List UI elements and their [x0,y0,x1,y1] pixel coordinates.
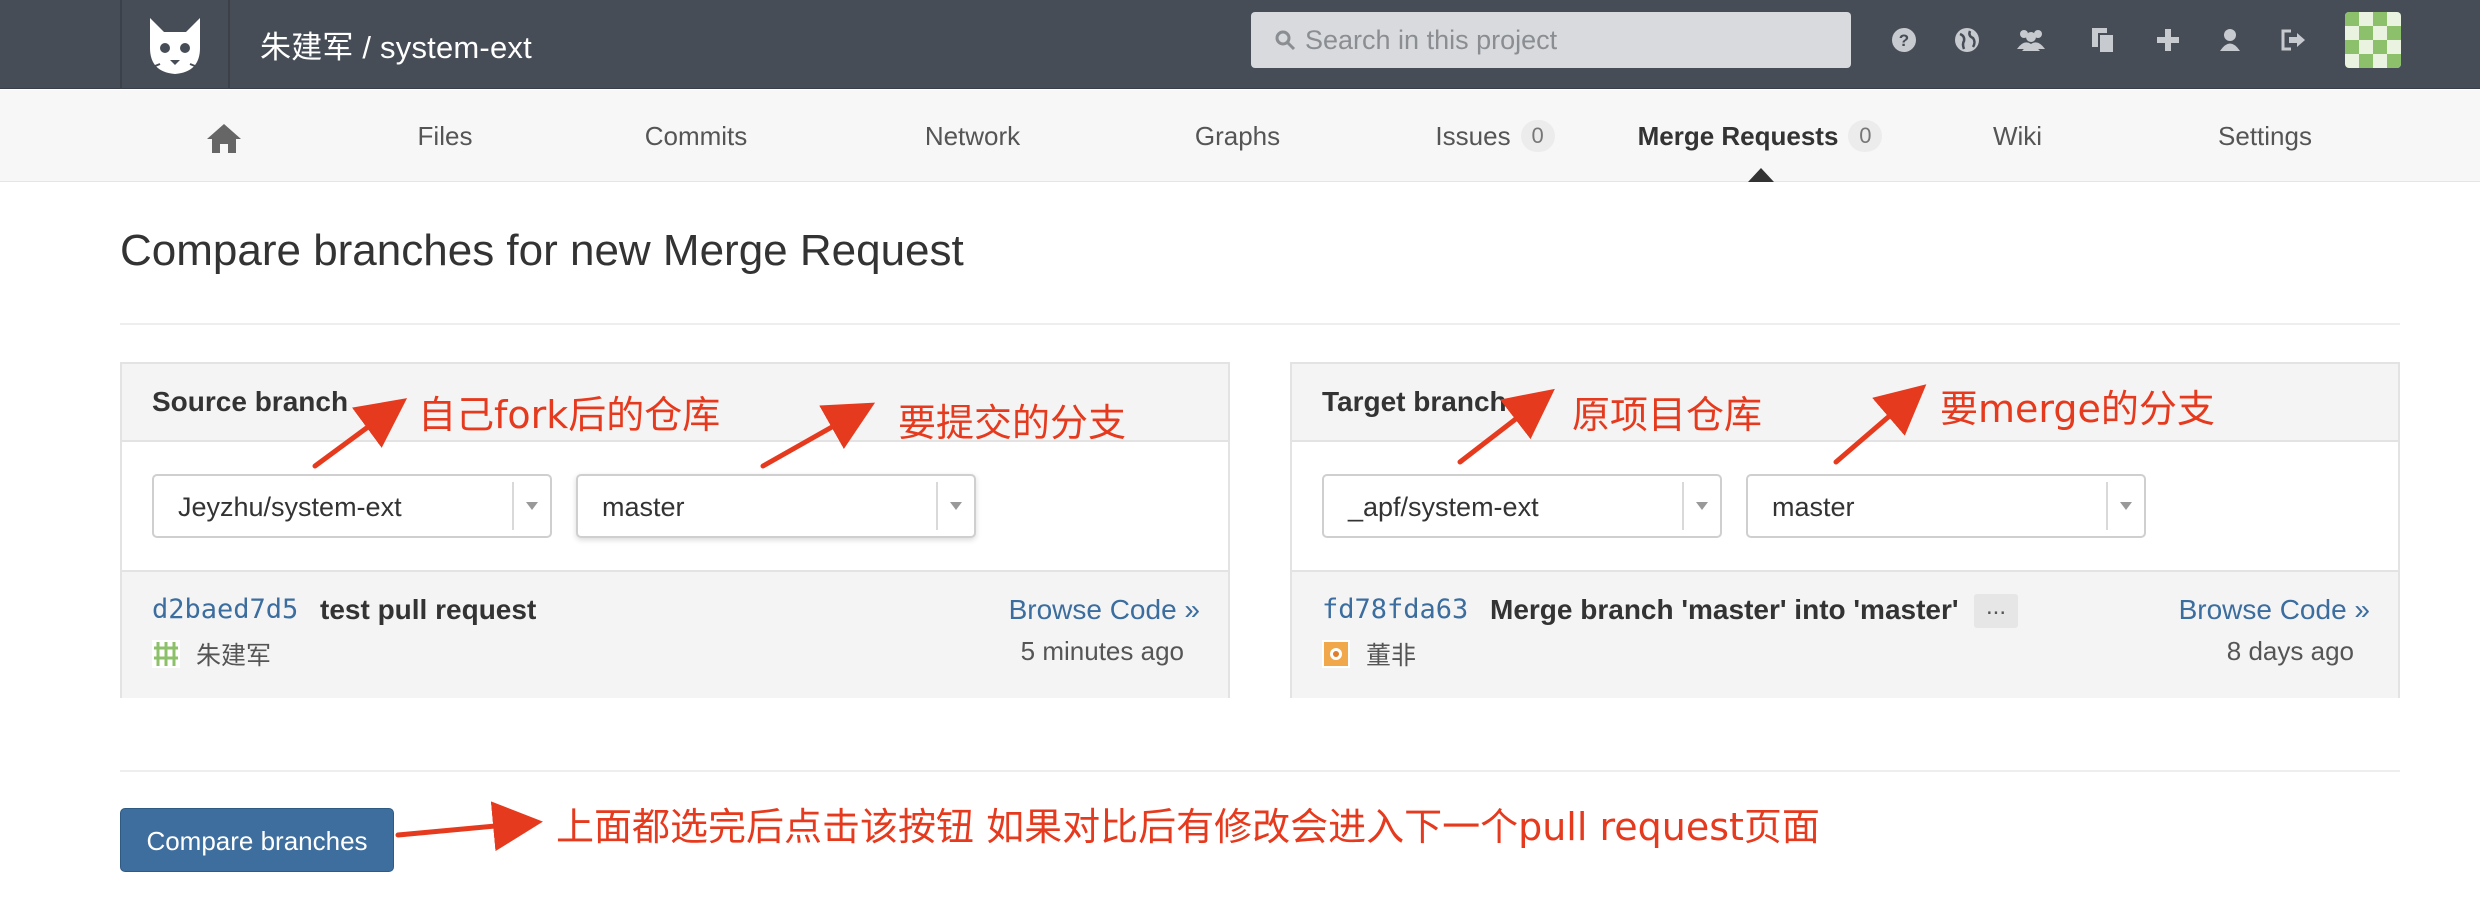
arrow-annotation [760,402,876,469]
arrow-annotation [1457,388,1555,465]
annotation-target-branch: 要merge的分支 [1940,387,2215,431]
annotation-source-branch: 要提交的分支 [898,401,1127,445]
annotation-source-repo: 自己fork后的仓库 [418,393,721,437]
arrow-annotation [395,801,543,852]
annotation-target-repo: 原项目仓库 [1572,393,1763,437]
annotation-arrows [312,384,1927,852]
arrow-annotation [1833,384,1927,465]
annotation-button-note: 上面都选完后点击该按钮 如果对比后有修改会进入下一个pull request页面 [556,805,1820,849]
arrow-annotation [312,398,408,469]
